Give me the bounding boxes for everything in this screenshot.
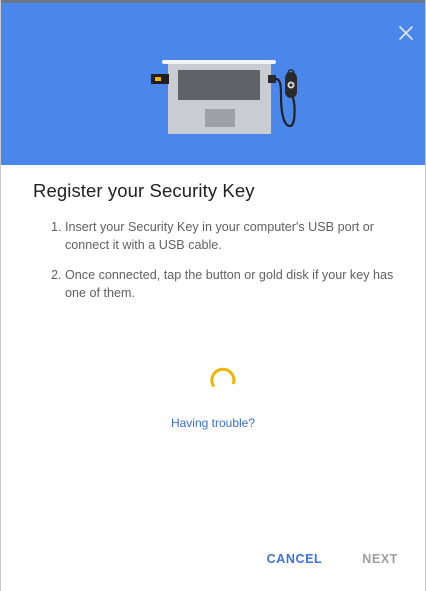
close-icon — [399, 26, 413, 40]
next-button[interactable]: NEXT — [350, 548, 410, 570]
having-trouble-link[interactable]: Having trouble? — [1, 416, 425, 430]
laptop-with-security-key-illustration — [151, 60, 297, 134]
step-text: Once connected, tap the button or gold d… — [65, 268, 394, 300]
instruction-step: 1. Insert your Security Key in your comp… — [51, 218, 415, 254]
security-key-dialog: Register your Security Key 1. Insert you… — [0, 0, 426, 591]
dialog-header — [1, 3, 425, 165]
loading-spinner-icon — [210, 367, 236, 387]
cancel-button[interactable]: CANCEL — [255, 548, 335, 570]
instructions-list: 1. Insert your Security Key in your comp… — [51, 218, 415, 314]
close-button[interactable] — [395, 22, 417, 44]
step-text: Insert your Security Key in your compute… — [65, 220, 374, 252]
step-number: 2. — [51, 268, 62, 282]
step-number: 1. — [51, 220, 62, 234]
dialog-title: Register your Security Key — [33, 180, 255, 201]
instruction-step: 2. Once connected, tap the button or gol… — [51, 266, 415, 302]
dialog-actions: CANCEL NEXT — [255, 548, 425, 570]
